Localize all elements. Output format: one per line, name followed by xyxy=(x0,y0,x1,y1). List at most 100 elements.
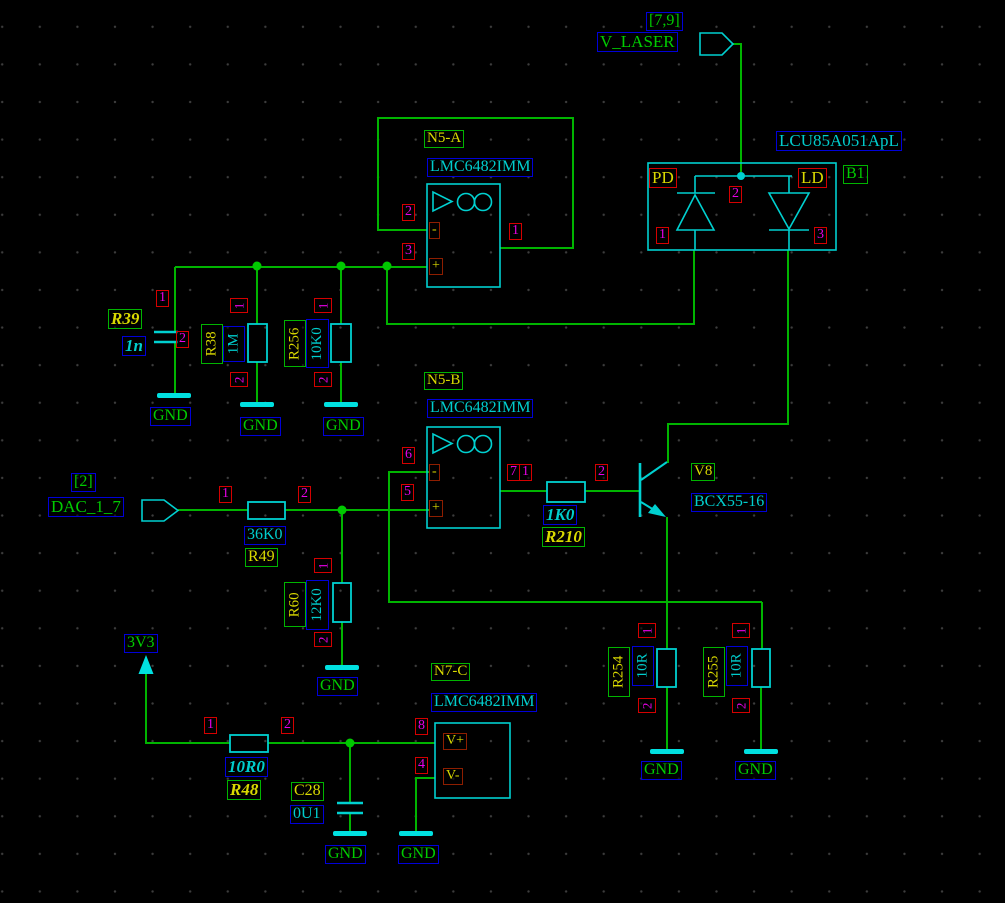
r210-pin-2[interactable]: 2 xyxy=(595,464,608,481)
r38-value[interactable]: 1M xyxy=(223,326,245,362)
r256-value[interactable]: 10K0 xyxy=(306,319,329,368)
n5a-designator[interactable]: N5-A xyxy=(424,130,465,148)
gnd-label[interactable]: GND xyxy=(150,407,191,426)
gnd-label[interactable]: GND xyxy=(240,417,281,436)
n5b-pin-6[interactable]: 6 xyxy=(402,447,415,464)
wire-n5a-feedback[interactable] xyxy=(377,117,574,249)
power-3v3-arrow-icon[interactable] xyxy=(138,655,154,674)
n7c-pin-8[interactable]: 8 xyxy=(415,718,428,735)
r48-pin-2[interactable]: 2 xyxy=(281,717,294,734)
c28-value[interactable]: 0U1 xyxy=(290,805,324,824)
b1-ld-label[interactable]: LD xyxy=(798,168,827,188)
resistor-r38-body[interactable] xyxy=(247,323,268,363)
gnd-bar[interactable] xyxy=(324,402,358,407)
cap-r39-pin-1[interactable]: 1 xyxy=(156,290,169,307)
r60-value[interactable]: 12K0 xyxy=(306,580,329,630)
r38-designator[interactable]: R38 xyxy=(201,324,223,364)
c28-designator[interactable]: C28 xyxy=(291,782,324,801)
gnd-bar[interactable] xyxy=(240,402,274,407)
r60-pin-1[interactable]: 1 xyxy=(314,558,332,573)
v8-designator[interactable]: V8 xyxy=(691,463,716,481)
n5a-pin-2[interactable]: 2 xyxy=(402,204,415,221)
b1-part-label[interactable]: LCU85A051ApL xyxy=(776,131,902,151)
r49-designator[interactable]: R49 xyxy=(245,548,278,567)
resistor-r48-body[interactable] xyxy=(229,734,269,753)
n5a-pin-3[interactable]: 3 xyxy=(402,243,415,260)
resistor-r256-body[interactable] xyxy=(330,323,352,363)
r254-pin-1[interactable]: 1 xyxy=(638,623,656,638)
n7c-designator[interactable]: N7-C xyxy=(431,663,471,681)
n5b-pin-5[interactable]: 5 xyxy=(401,484,414,501)
r255-pin-2[interactable]: 2 xyxy=(732,698,750,713)
r254-pin-2[interactable]: 2 xyxy=(638,698,656,713)
r48-designator[interactable]: R48 xyxy=(227,780,262,800)
gnd-bar[interactable] xyxy=(650,749,684,754)
r255-pin-1[interactable]: 1 xyxy=(732,623,750,638)
n5a-part-label[interactable]: LMC6482IMM xyxy=(427,158,534,177)
wire-n7c-pin4-gnd[interactable] xyxy=(415,777,435,832)
gnd-bar[interactable] xyxy=(325,665,359,670)
r48-pin-1[interactable]: 1 xyxy=(204,717,217,734)
gnd-bar[interactable] xyxy=(157,393,191,398)
r210-value[interactable]: 1K0 xyxy=(543,505,578,525)
component-v8-body[interactable] xyxy=(638,461,668,517)
cap-r39-pin-2[interactable]: 2 xyxy=(176,331,189,348)
resistor-r49-body[interactable] xyxy=(247,501,286,520)
wire-v-laser[interactable] xyxy=(733,43,742,172)
gnd-label[interactable]: GND xyxy=(325,845,366,864)
b1-pin-2[interactable]: 2 xyxy=(729,186,742,203)
gnd-label[interactable]: GND xyxy=(641,761,682,780)
b1-designator[interactable]: B1 xyxy=(843,165,868,184)
b1-pin-1[interactable]: 1 xyxy=(656,227,669,244)
v8-part-label[interactable]: BCX55-16 xyxy=(691,493,768,512)
n5b-part-label[interactable]: LMC6482IMM xyxy=(427,399,534,418)
n5b-designator[interactable]: N5-B xyxy=(424,372,464,390)
r49-pin-2[interactable]: 2 xyxy=(298,486,311,503)
n7c-pin-4[interactable]: 4 xyxy=(415,757,428,774)
r255-designator[interactable]: R255 xyxy=(703,647,725,697)
sheet-ref-v-laser[interactable]: [7,9] xyxy=(646,12,683,31)
port-dac-symbol[interactable] xyxy=(141,499,180,522)
r49-pin-1[interactable]: 1 xyxy=(219,486,232,503)
gnd-bar[interactable] xyxy=(744,749,778,754)
gnd-label[interactable]: GND xyxy=(317,677,358,696)
net-label-dac[interactable]: DAC_1_7 xyxy=(48,497,124,517)
n5a-pin-1[interactable]: 1 xyxy=(509,223,522,240)
gnd-label[interactable]: GND xyxy=(735,761,776,780)
power-label-3v3[interactable]: 3V3 xyxy=(124,634,158,653)
wire-3v3-to-r48[interactable] xyxy=(145,674,230,744)
r256-designator[interactable]: R256 xyxy=(284,320,306,367)
sheet-ref-dac[interactable]: [2] xyxy=(71,473,96,492)
r254-designator[interactable]: R254 xyxy=(608,647,630,697)
r60-pin-2[interactable]: 2 xyxy=(314,632,332,647)
r38-pin-2[interactable]: 2 xyxy=(230,372,248,387)
b1-pd-label[interactable]: PD xyxy=(649,168,677,188)
r210-designator[interactable]: R210 xyxy=(542,527,585,547)
r48-value[interactable]: 10R0 xyxy=(225,757,268,777)
r210-pin-1[interactable]: 1 xyxy=(519,464,532,481)
port-v-laser-symbol[interactable] xyxy=(699,32,735,56)
r39-value[interactable]: 1n xyxy=(122,336,146,356)
r254-value[interactable]: 10R xyxy=(632,646,654,686)
gnd-label[interactable]: GND xyxy=(323,417,364,436)
gnd-label[interactable]: GND xyxy=(398,845,439,864)
resistor-r254-body[interactable] xyxy=(656,648,677,688)
r256-pin-2[interactable]: 2 xyxy=(314,372,332,387)
n7c-part-label[interactable]: LMC6482IMM xyxy=(431,693,538,712)
b1-pin-3[interactable]: 3 xyxy=(814,227,827,244)
resistor-r255-body[interactable] xyxy=(751,648,771,688)
resistor-r60-body[interactable] xyxy=(332,582,352,623)
r38-pin-1[interactable]: 1 xyxy=(230,298,248,313)
gnd-bar[interactable] xyxy=(333,831,367,836)
capacitor-r39-body[interactable] xyxy=(154,330,178,344)
r255-value[interactable]: 10R xyxy=(726,646,748,686)
wire-ld-to-collector[interactable] xyxy=(667,250,789,463)
r49-value[interactable]: 36K0 xyxy=(244,526,286,545)
r256-pin-1[interactable]: 1 xyxy=(314,298,332,313)
net-label-v-laser[interactable]: V_LASER xyxy=(597,32,678,52)
gnd-bar[interactable] xyxy=(399,831,433,836)
resistor-r210-body[interactable] xyxy=(546,481,586,503)
r60-designator[interactable]: R60 xyxy=(284,582,306,627)
r39-designator[interactable]: R39 xyxy=(108,309,143,329)
capacitor-c28-body[interactable] xyxy=(337,801,363,815)
